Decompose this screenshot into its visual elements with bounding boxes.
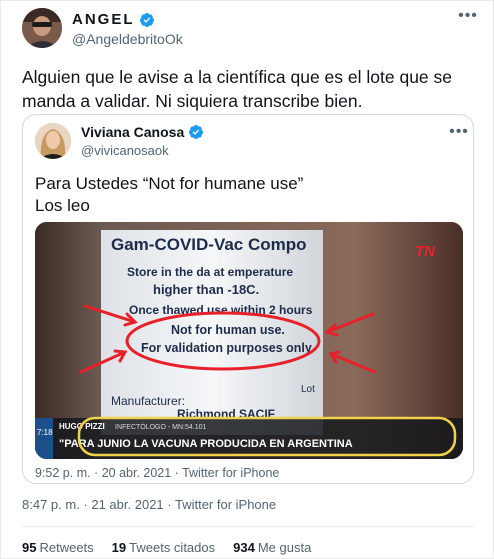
tweet-text: Alguien que le avise a la científica que… [22,67,453,111]
likes-count: 934 [233,540,255,555]
quote-tweets-count: 19 [111,540,127,555]
divider [22,526,474,527]
avatar-photo [22,8,62,48]
tv-logo: TN [415,243,436,260]
retweets-stat[interactable]: 95 Retweets [22,540,94,555]
quote-tweets-label: Tweets citados [129,540,216,555]
quoted-text-line-1: Para Ustedes “Not for humane use” [35,174,304,193]
tweet-timestamp[interactable]: 8:47 p. m. · 21 abr. 2021 · Twitter for … [22,497,276,512]
label-line-2: higher than -18C. [153,282,259,297]
quoted-author-handle[interactable]: @vivicanosaok [81,143,204,158]
quoted-text: Para Ustedes “Not for humane use” Los le… [35,173,455,217]
label-lot: Lot [301,384,315,395]
likes-label: Me gusta [257,540,312,555]
label-line-6: Manufacturer: [111,394,185,408]
label-title: Gam-COVID-Vac Compo [111,235,307,254]
label-line-5: For validation purposes only [141,341,312,355]
author-name[interactable]: ANGEL [72,11,135,28]
retweets-count: 95 [22,540,37,555]
author-avatar[interactable] [22,8,62,48]
vaccine-label-image: Gam-COVID-Vac Compo Store in the da at e… [35,222,463,459]
engagement-stats: 95 Retweets 19 Tweets citados 934 Me gusta [22,540,311,555]
quoted-tweet[interactable]: Viviana Canosa @vivicanosaok ••• Para Us… [22,114,474,484]
verified-badge-icon [139,12,154,27]
quote-tweets-stat[interactable]: 19 Tweets citados [112,540,215,555]
author-info[interactable]: ANGEL @AngeldebritoOk [72,11,183,47]
quoted-text-line-2: Los leo [35,196,90,215]
label-line-4: Not for human use. [171,323,285,337]
quoted-more-options-icon[interactable]: ••• [449,124,469,140]
quoted-verified-badge-icon [189,125,204,139]
label-line-3: Once thawed use within 2 hours [129,303,313,317]
quoted-author-avatar[interactable] [35,123,71,159]
quoted-author-info[interactable]: Viviana Canosa @vivicanosaok [81,124,204,158]
label-line-1: Store in the da at emperature [127,265,293,279]
author-handle[interactable]: @AngeldebritoOk [72,31,183,47]
retweets-label: Retweets [39,540,94,555]
tweet-card: ANGEL @AngeldebritoOk ••• Alguien que le… [0,0,494,559]
tv-role: INFECTÓLOGO - MN:54.101 [115,422,207,431]
more-options-icon[interactable]: ••• [458,8,478,24]
quoted-timestamp[interactable]: 9:52 p. m. · 20 abr. 2021 · Twitter for … [35,466,279,480]
quoted-author-name[interactable]: Viviana Canosa [81,124,184,140]
quoted-photo[interactable]: Gam-COVID-Vac Compo Store in the da at e… [35,222,463,459]
tv-time: 7:18 [37,428,53,437]
quoted-avatar-photo [35,123,71,159]
likes-stat[interactable]: 934 Me gusta [233,540,311,555]
tv-headline: "PARA JUNIO LA VACUNA PRODUCIDA EN ARGEN… [59,438,353,450]
